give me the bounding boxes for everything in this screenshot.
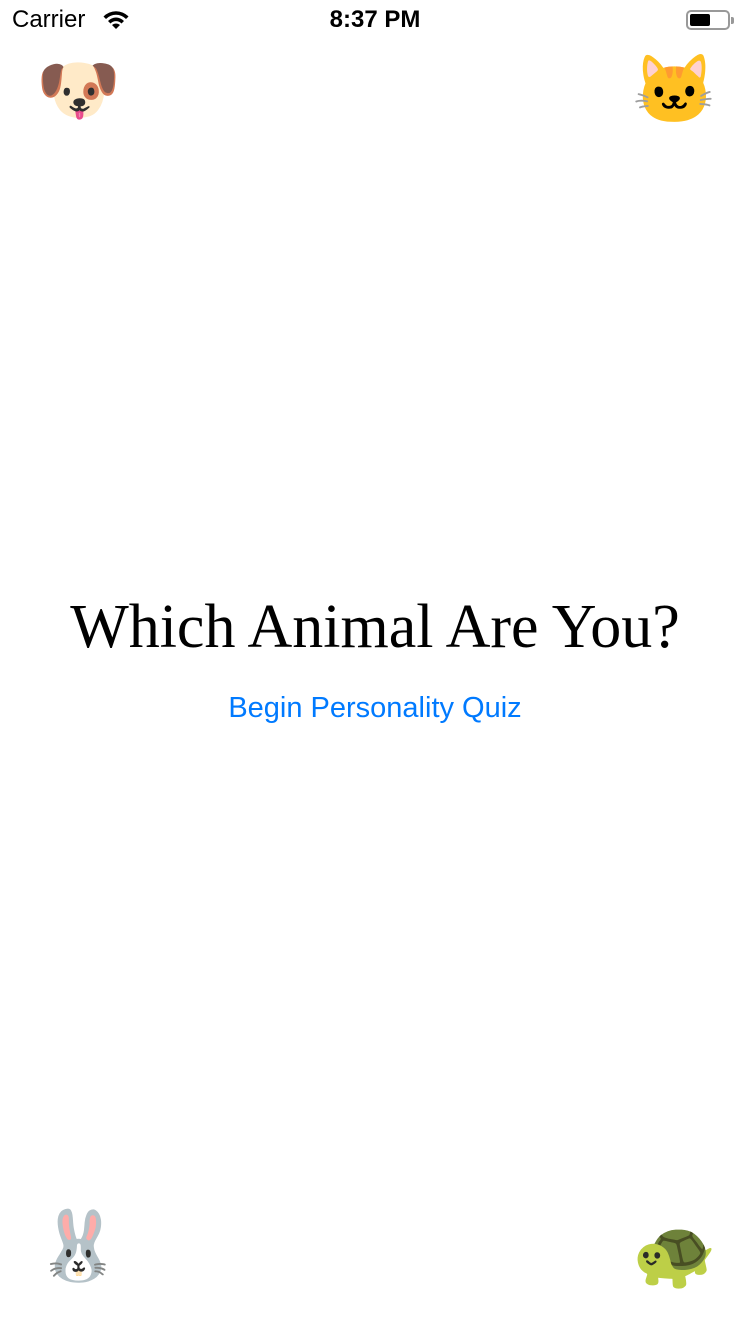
- cat-emoji: 🐱: [632, 52, 717, 128]
- clock: 8:37 PM: [329, 6, 421, 33]
- dog-emoji: 🐶: [36, 52, 121, 128]
- rabbit-emoji: 🐰: [36, 1208, 121, 1284]
- battery-icon: [686, 10, 734, 30]
- turtle-emoji: 🐢: [632, 1216, 717, 1292]
- begin-quiz-button[interactable]: Begin Personality Quiz: [0, 692, 750, 725]
- status-bar: Carrier 8:37 PM: [0, 0, 750, 40]
- page-title: Which Animal Are You?: [70, 593, 680, 661]
